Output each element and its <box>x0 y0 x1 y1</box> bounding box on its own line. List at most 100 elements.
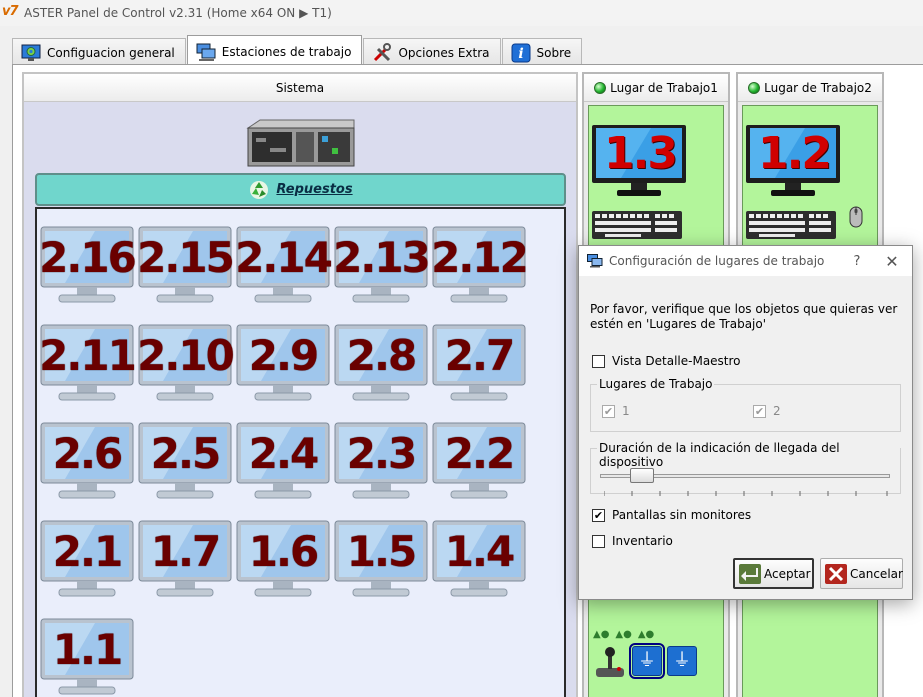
group-label: Duración de la indicación de llegada del… <box>597 441 900 469</box>
monitor-number: 2.3 <box>346 429 417 478</box>
monitor-number: 1.4 <box>444 527 515 576</box>
spare-monitor[interactable]: 1.7 <box>137 519 233 599</box>
svg-text:i: i <box>518 46 523 62</box>
workplace-monitor-number: 1.3 <box>604 128 678 179</box>
usb-icon[interactable]: ⏚ <box>629 643 665 679</box>
accept-arrow-icon <box>739 563 761 584</box>
monitor-number: 1.5 <box>346 527 417 576</box>
title-bar: v7 ASTER Panel de Control v2.31 (Home x6… <box>0 0 923 26</box>
vista-detalle-checkbox[interactable]: Vista Detalle-Maestro <box>592 354 741 368</box>
spare-monitor[interactable]: 2.4 <box>235 421 331 501</box>
checkbox-box <box>592 354 605 368</box>
workplace-config-dialog: Configuración de lugares de trabajo ? ✕ … <box>578 245 913 600</box>
usb-icon[interactable]: ⏚ <box>667 646 697 676</box>
spare-monitor[interactable]: 2.11 <box>39 323 137 403</box>
keyboard-icon <box>591 210 683 240</box>
tab-label: Opciones Extra <box>398 46 490 60</box>
tab-estaciones-de-trabajo[interactable]: Estaciones de trabajo <box>186 35 363 67</box>
monitor-number: 2.7 <box>444 331 515 380</box>
duration-slider-thumb[interactable] <box>630 468 654 483</box>
spare-monitor[interactable]: 2.6 <box>39 421 135 501</box>
spare-monitor[interactable]: 2.13 <box>333 225 431 305</box>
workplaces-group: Lugares de Trabajo ✔ 1 ✔ 2 <box>590 377 901 432</box>
checkbox-box: ✔ <box>602 404 615 418</box>
workplace-2-checkbox[interactable]: ✔ 2 <box>753 404 781 418</box>
recycle-icon <box>248 179 270 201</box>
monitor-number: 2.11 <box>39 331 137 380</box>
spare-monitor[interactable]: 1.5 <box>333 519 429 599</box>
workstations-icon <box>196 42 216 62</box>
workplace-1-title: Lugar de Trabajo1 <box>610 80 718 95</box>
monitor-number: 2.2 <box>444 429 515 478</box>
checkbox-box: ✔ <box>753 404 766 418</box>
spare-monitor[interactable]: 1.1 <box>39 617 135 697</box>
inventario-checkbox[interactable]: Inventario <box>592 534 673 548</box>
app-window: v7 ASTER Panel de Control v2.31 (Home x6… <box>0 0 923 697</box>
spare-monitor[interactable]: 2.3 <box>333 421 429 501</box>
monitor-number: 2.15 <box>137 233 235 282</box>
checkbox-box <box>592 534 605 548</box>
spare-monitors-grid: 2.16 2.15 2.14 2.13 2.12 2.11 2.10 2.9 2.8 2.7 2.6… <box>35 207 566 697</box>
mouse-icon <box>849 206 863 228</box>
spares-bar[interactable]: Repuestos <box>35 173 566 206</box>
keyboard-icon <box>745 210 837 240</box>
tab-label: Estaciones de trabajo <box>221 44 352 59</box>
monitor-number: 2.1 <box>52 527 123 576</box>
workplace-1-checkbox[interactable]: ✔ 1 <box>602 404 630 418</box>
system-header: Sistema <box>24 74 576 102</box>
spare-monitor[interactable]: 2.7 <box>431 323 527 403</box>
spare-monitor[interactable]: 2.1 <box>39 519 135 599</box>
checkbox-label: Vista Detalle-Maestro <box>612 354 741 368</box>
monitor-number: 2.13 <box>333 233 431 282</box>
monitor-number: 2.9 <box>248 331 319 380</box>
spare-monitor[interactable]: 2.5 <box>137 421 233 501</box>
workplace-monitor[interactable]: 1.2 <box>745 124 843 202</box>
checkbox-label: Inventario <box>612 534 673 548</box>
spare-monitor[interactable]: 2.8 <box>333 323 429 403</box>
dialog-message: Por favor, verifique que los objetos que… <box>590 302 898 331</box>
spare-monitor[interactable]: 1.4 <box>431 519 527 599</box>
monitor-number: 2.16 <box>39 233 137 282</box>
monitor-number: 2.14 <box>235 233 333 282</box>
status-led-icon <box>594 81 607 94</box>
dialog-title: Configuración de lugares de trabajo <box>609 254 825 268</box>
device-icon: ▲● <box>637 629 655 640</box>
monitor-number: 2.12 <box>431 233 529 282</box>
spare-monitor[interactable]: 2.16 <box>39 225 137 305</box>
device-strip: ▲● ▲● ▲● <box>593 629 654 643</box>
monitor-number: 1.6 <box>248 527 319 576</box>
workplace-2-title: Lugar de Trabajo2 <box>764 80 872 95</box>
accept-button[interactable]: Aceptar <box>733 558 814 589</box>
checkbox-box: ✔ <box>592 508 605 522</box>
workplace-monitor[interactable]: 1.3 <box>591 124 689 202</box>
tab-label: Configuacion general <box>47 46 175 60</box>
close-icon[interactable]: ✕ <box>872 252 912 271</box>
tab-label: Sobre <box>536 46 572 60</box>
spare-monitor[interactable]: 1.6 <box>235 519 331 599</box>
joystick-icon[interactable] <box>593 646 627 678</box>
status-led-icon <box>748 81 761 94</box>
tab-sobre[interactable]: i Sobre <box>501 38 583 67</box>
accept-label: Aceptar <box>764 566 811 581</box>
spare-monitor[interactable]: 2.2 <box>431 421 527 501</box>
pantallas-checkbox[interactable]: ✔ Pantallas sin monitores <box>592 508 751 522</box>
monitor-number: 2.4 <box>248 429 319 478</box>
monitor-number: 2.10 <box>137 331 235 380</box>
device-icon: ▲● <box>615 629 632 640</box>
help-button[interactable]: ? <box>842 254 872 269</box>
spare-monitor[interactable]: 2.10 <box>137 323 235 403</box>
server-icon <box>242 118 360 168</box>
workstations-icon <box>587 254 603 268</box>
spare-monitor[interactable]: 2.9 <box>235 323 331 403</box>
monitor-number: 1.7 <box>150 527 221 576</box>
spares-label: Repuestos <box>276 182 353 197</box>
monitor-number: 2.8 <box>346 331 417 380</box>
cancel-button[interactable]: Cancelar <box>820 558 903 589</box>
tab-configuacion-general[interactable]: Configuacion general <box>12 38 186 67</box>
tab-bar: Configuacion general Estaciones de traba… <box>12 35 583 67</box>
tab-opciones-extra[interactable]: Opciones Extra <box>363 38 501 67</box>
spare-monitor[interactable]: 2.14 <box>235 225 333 305</box>
spare-monitor[interactable]: 2.12 <box>431 225 529 305</box>
dialog-title-bar: Configuración de lugares de trabajo ? ✕ <box>579 246 912 276</box>
spare-monitor[interactable]: 2.15 <box>137 225 235 305</box>
